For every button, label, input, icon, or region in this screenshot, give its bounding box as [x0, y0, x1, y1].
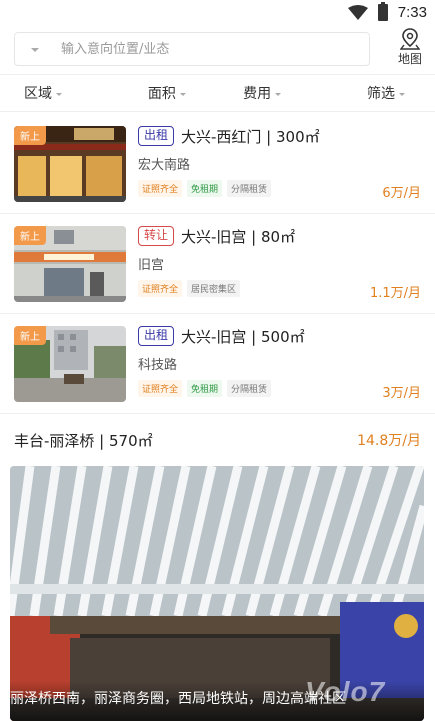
caret-down-icon — [56, 92, 62, 96]
listing-photo: 新上 — [14, 226, 126, 302]
new-tag: 新上 — [14, 226, 46, 245]
listing-item[interactable]: 新上 出租 大兴-旧宫 | 500㎡ 科技路 证照齐全 免租期 分隔租赁 3万/… — [0, 314, 435, 414]
battery-icon — [377, 2, 388, 21]
filter-more[interactable]: 筛选 — [310, 75, 435, 111]
listing-address: 宏大南路 — [138, 158, 191, 173]
search-scope-dropdown[interactable] — [23, 43, 47, 57]
featured-title[interactable]: 丰台-丽泽桥 | 570㎡ — [14, 430, 153, 451]
listing-price: 3万/月 — [382, 386, 421, 401]
caret-down-icon — [179, 92, 186, 96]
feature-tags: 证照齐全 免租期 分隔租赁 — [138, 380, 272, 397]
feature-tag: 免租期 — [187, 180, 223, 197]
map-pin-icon — [400, 28, 420, 50]
filter-size[interactable]: 面积 — [119, 75, 214, 111]
wifi-icon — [347, 4, 368, 20]
filter-label: 面积 — [147, 86, 176, 102]
feature-tags: 证照齐全 居民密集区 — [138, 280, 241, 297]
featured-price: 14.8万/月 — [357, 433, 421, 449]
filter-label: 筛选 — [367, 86, 395, 102]
listing-price: 1.1万/月 — [369, 286, 421, 301]
caret-down-icon — [275, 92, 282, 96]
search-box[interactable] — [14, 32, 370, 66]
feature-tag: 分隔租赁 — [227, 180, 272, 197]
feature-tag: 分隔租赁 — [227, 380, 272, 397]
type-badge: 出租 — [138, 126, 175, 146]
feature-tag: 免租期 — [187, 380, 223, 397]
feature-tag: 证照齐全 — [138, 280, 183, 297]
listing-item[interactable]: 新上 转让 大兴-旧宫 | 80㎡ 旧宫 证照齐全 居民密集区 1.1万/月 — [0, 214, 435, 314]
listing-title: 大兴-旧宫 | 80㎡ — [181, 228, 296, 246]
listing-address: 科技路 — [138, 358, 178, 373]
listing-title: 大兴-旧宫 | 500㎡ — [181, 328, 305, 346]
filter-cost[interactable]: 费用 — [215, 75, 310, 111]
listing-price: 6万/月 — [382, 186, 421, 201]
clock: 7:33 — [397, 4, 427, 21]
feature-tag: 居民密集区 — [187, 280, 241, 297]
type-badge: 出租 — [138, 326, 175, 346]
filter-label: 费用 — [243, 86, 272, 102]
listing-photo: 新上 — [14, 126, 126, 202]
filter-label: 区域 — [24, 86, 52, 102]
listing-address: 旧宫 — [138, 258, 165, 273]
new-tag: 新上 — [14, 126, 46, 145]
listing-title: 大兴-西红门 | 300㎡ — [181, 128, 320, 146]
new-tag: 新上 — [14, 326, 46, 345]
caret-down-icon — [399, 92, 405, 96]
map-button[interactable]: 地图 — [388, 28, 432, 72]
feature-tag: 证照齐全 — [138, 180, 183, 197]
feature-tag: 证照齐全 — [138, 380, 183, 397]
filter-bar: 区域 面积 费用 筛选 — [0, 74, 435, 112]
search-input[interactable] — [61, 33, 361, 65]
map-button-label: 地图 — [397, 52, 422, 66]
status-bar: 7:33 — [0, 0, 435, 26]
type-badge: 转让 — [138, 226, 175, 246]
listing-item[interactable]: 新上 出租 大兴-西红门 | 300㎡ 宏大南路 证照齐全 免租期 分隔租赁 6… — [0, 114, 435, 214]
search-row: 地图 — [0, 26, 435, 74]
listing-photo: 新上 — [14, 326, 126, 402]
watermark-logo: Volo7 — [305, 676, 386, 707]
feature-tags: 证照齐全 免租期 分隔租赁 — [138, 180, 272, 197]
filter-area[interactable]: 区域 — [0, 75, 119, 111]
